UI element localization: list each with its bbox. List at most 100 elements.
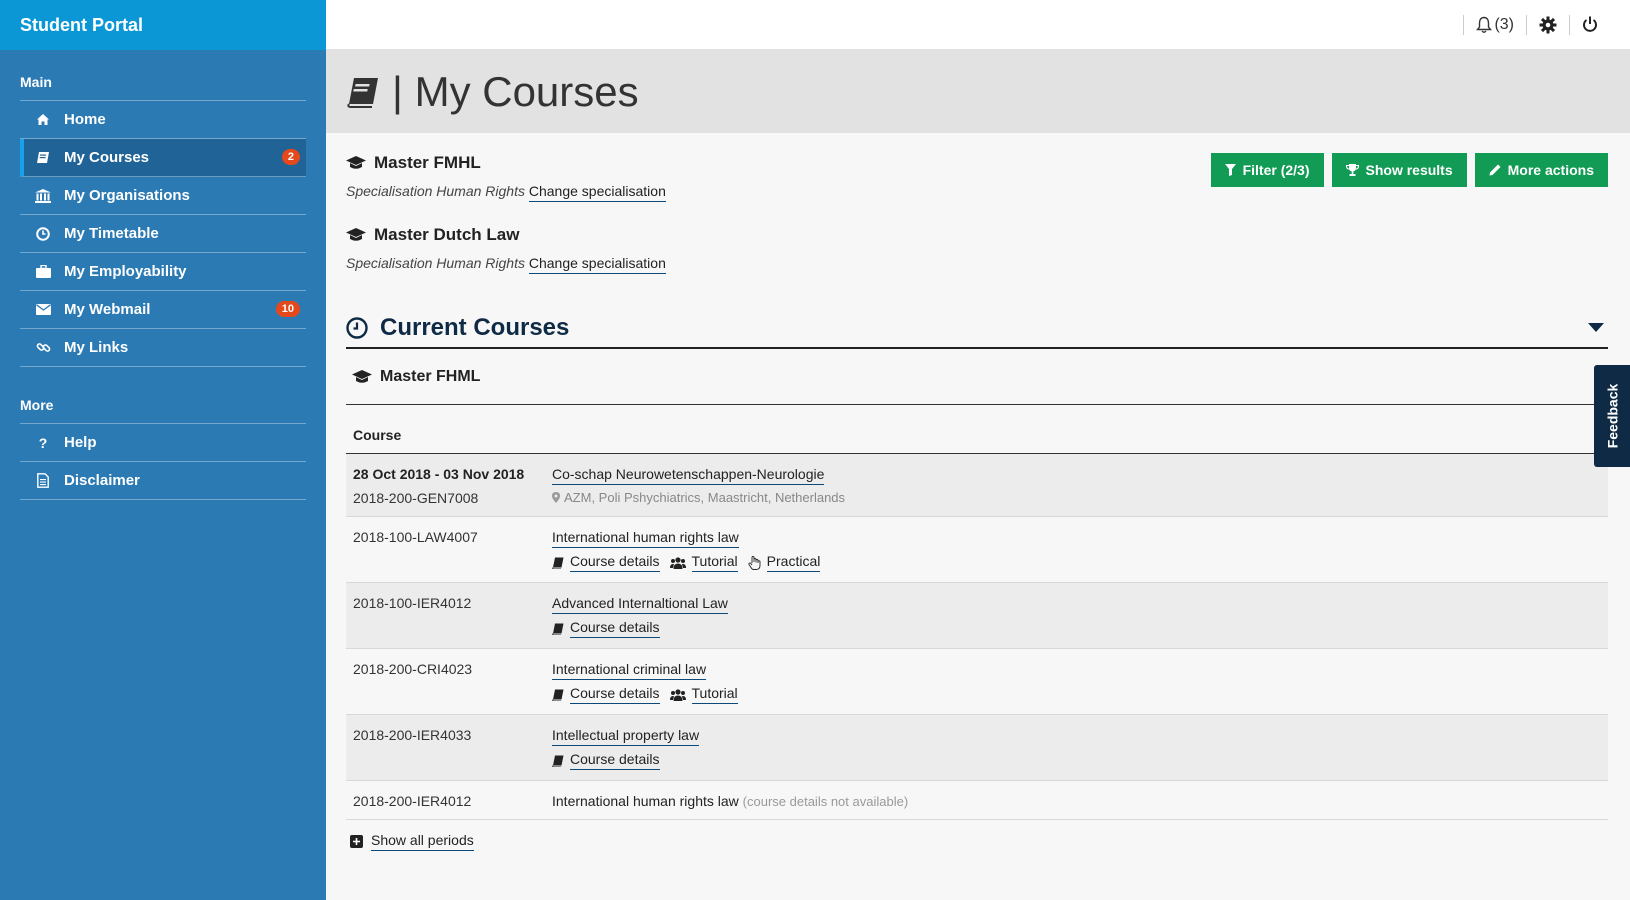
top-bar: (3) (326, 0, 1630, 50)
sidebar-item-label: My Links (64, 339, 129, 356)
main-section-title: Main (20, 74, 52, 90)
sidebar-item-label: My Courses (64, 149, 150, 166)
tutorial-link[interactable]: Tutorial (691, 553, 738, 572)
program-block: Master Dutch Law Specialisation Human Ri… (346, 225, 1608, 274)
column-header-course: Course (346, 405, 1608, 454)
tutorial-link[interactable]: Tutorial (691, 685, 738, 704)
course-details-link[interactable]: Course details (570, 751, 660, 770)
table-row: 2018-100-IER4012 Advanced Internaltional… (346, 582, 1608, 649)
book-icon (552, 689, 564, 701)
feedback-tab[interactable]: Feedback (1594, 365, 1630, 467)
sub-program-title: Master FHML (346, 349, 1608, 405)
question-icon: ? (38, 434, 48, 451)
table-row: 2018-200-CRI4023 International criminal … (346, 648, 1608, 715)
pencil-icon (1489, 164, 1501, 176)
course-title-link[interactable]: Co-schap Neurowetenschappen-Neurologie (552, 466, 825, 485)
course-sublinks: Course details (552, 751, 1601, 770)
sidebar-item-disclaimer[interactable]: Disclaimer (20, 462, 306, 500)
sidebar-item-home[interactable]: Home (20, 101, 306, 139)
section-title: Current Courses (380, 314, 570, 341)
course-info-cell: International human rights law Course de… (545, 517, 1608, 583)
book-icon (346, 76, 380, 108)
caret-down-icon[interactable] (1588, 323, 1604, 333)
sidebar-item-my-webmail[interactable]: My Webmail 10 (20, 291, 306, 329)
course-details-link[interactable]: Course details (570, 553, 660, 572)
filter-button[interactable]: Filter (2/3) (1210, 153, 1324, 187)
users-icon (669, 688, 686, 701)
sidebar-item-my-timetable[interactable]: My Timetable (20, 215, 306, 253)
sidebar-item-my-courses[interactable]: My Courses 2 (20, 139, 306, 177)
course-details-link[interactable]: Course details (570, 685, 660, 704)
program-name: Master Dutch Law (374, 225, 520, 244)
table-row: 2018-100-LAW4007 International human rig… (346, 516, 1608, 583)
logout-button[interactable] (1569, 14, 1610, 35)
change-specialisation-link[interactable]: Change specialisation (528, 255, 666, 274)
graduation-cap-icon (352, 369, 372, 384)
courses-table: Course 28 Oct 2018 - 03 Nov 2018 2018-20… (346, 405, 1608, 820)
app-title[interactable]: Student Portal (0, 0, 326, 50)
current-courses-header[interactable]: Current Courses (346, 309, 1608, 349)
sidebar-item-label: My Organisations (64, 187, 190, 204)
sidebar-item-my-organisations[interactable]: My Organisations (20, 177, 306, 215)
course-title-link[interactable]: International human rights law (552, 529, 739, 548)
document-icon (34, 473, 52, 488)
course-details-link[interactable]: Course details (570, 619, 660, 638)
filter-icon (1224, 164, 1236, 176)
show-results-label: Show results (1365, 162, 1453, 178)
course-sublinks: Course details Tutorial Practical (552, 553, 1601, 572)
briefcase-icon (34, 265, 52, 278)
main-nav: Home My Courses 2 My Organisations My Ti… (20, 100, 306, 367)
sidebar-item-my-links[interactable]: My Links (20, 329, 306, 367)
show-all-periods-link[interactable]: Show all periods (371, 832, 474, 851)
sidebar-item-help[interactable]: ? Help (20, 424, 306, 462)
show-results-button[interactable]: Show results (1331, 153, 1467, 187)
course-info-cell: Advanced Internaltional Law Course detai… (545, 583, 1608, 649)
gear-icon (1539, 16, 1557, 34)
course-title-link[interactable]: International criminal law (552, 661, 707, 680)
course-code: 2018-200-IER4033 (353, 727, 472, 743)
change-specialisation-link[interactable]: Change specialisation (528, 183, 666, 202)
sidebar-item-label: Home (64, 111, 106, 128)
book-icon (552, 755, 564, 767)
notifications-count: (3) (1494, 15, 1514, 33)
course-info-cell: International criminal law Course detail… (545, 649, 1608, 715)
action-buttons: Filter (2/3) Show results More actions (1210, 153, 1608, 187)
current-courses-title: Current Courses (346, 314, 569, 342)
map-marker-icon (552, 492, 560, 503)
notifications-button[interactable]: (3) (1463, 14, 1526, 35)
course-unavailable-note: (course details not available) (742, 794, 909, 809)
home-icon (34, 113, 52, 126)
course-location: AZM, Poli Pshychiatrics, Maastricht, Net… (552, 490, 1601, 505)
more-nav: ? Help Disclaimer (20, 423, 306, 500)
table-row: 28 Oct 2018 - 03 Nov 2018 2018-200-GEN70… (346, 453, 1608, 517)
show-all-periods: Show all periods (346, 832, 1608, 851)
sidebar-item-label: My Webmail (64, 301, 151, 318)
webmail-count-badge: 10 (275, 301, 300, 317)
program-title: Master Dutch Law (346, 225, 1608, 245)
hand-icon (748, 555, 761, 570)
courses-count-badge: 2 (281, 149, 300, 165)
course-code: 2018-200-IER4012 (353, 793, 472, 809)
table-row: 2018-200-IER4012 International human rig… (346, 780, 1608, 820)
filter-label: Filter (2/3) (1242, 162, 1310, 178)
trophy-icon (1345, 164, 1359, 176)
page-title: | My Courses (392, 67, 639, 115)
more-actions-button[interactable]: More actions (1474, 153, 1608, 187)
plus-square-icon (350, 835, 363, 848)
practical-link[interactable]: Practical (766, 553, 821, 572)
course-title-link[interactable]: Intellectual property law (552, 727, 700, 746)
program-name: Master FMHL (374, 153, 481, 172)
settings-button[interactable] (1526, 14, 1569, 35)
clock-icon (34, 226, 52, 241)
course-code-cell: 28 Oct 2018 - 03 Nov 2018 2018-200-GEN70… (346, 454, 545, 517)
link-icon (34, 340, 52, 355)
sidebar-item-my-employability[interactable]: My Employability (20, 253, 306, 291)
envelope-icon (34, 304, 52, 315)
more-section-title: More (20, 397, 54, 413)
graduation-cap-icon (346, 228, 366, 242)
course-code: 2018-100-LAW4007 (353, 529, 478, 545)
course-code: 2018-200-CRI4023 (353, 661, 473, 677)
location-text: AZM, Poli Pshychiatrics, Maastricht, Net… (564, 490, 846, 505)
course-info-cell: Co-schap Neurowetenschappen-Neurologie A… (545, 454, 1608, 517)
course-title-link[interactable]: Advanced Internaltional Law (552, 595, 728, 614)
